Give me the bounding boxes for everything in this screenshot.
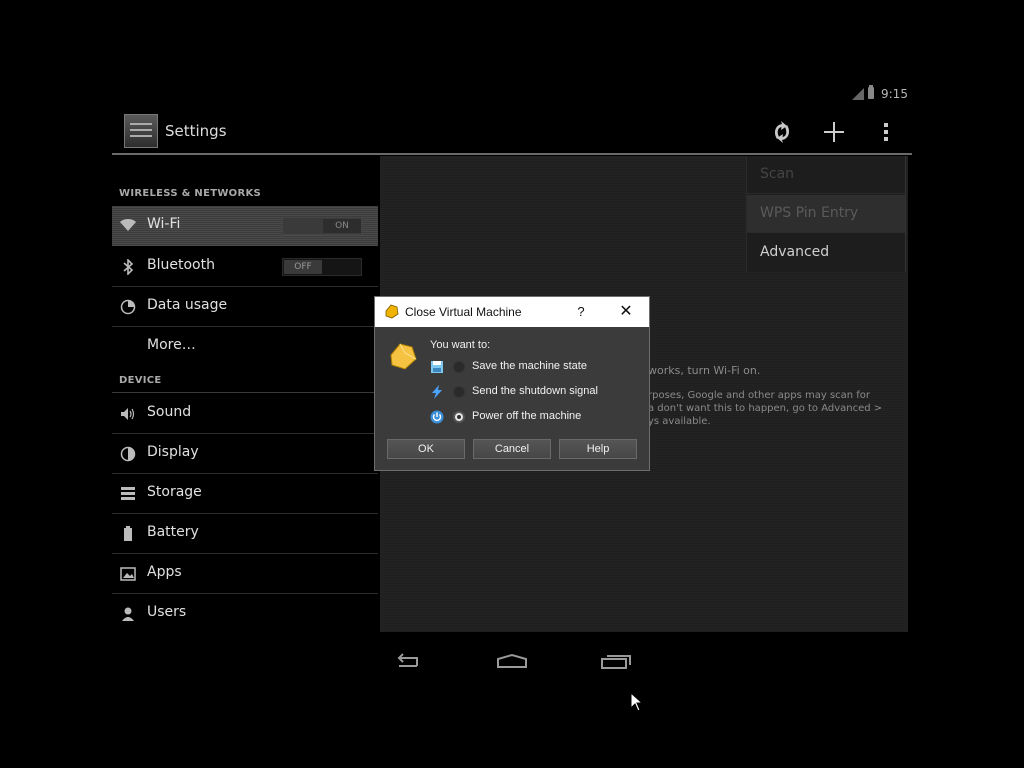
wifi-toggle[interactable]: ON bbox=[282, 217, 362, 235]
radio-shutdown-signal[interactable] bbox=[453, 386, 465, 398]
nav-item-label: Battery bbox=[147, 524, 199, 540]
home-icon[interactable] bbox=[492, 648, 532, 674]
action-bar: Settings bbox=[112, 110, 912, 154]
action-bar-divider bbox=[112, 153, 912, 155]
nav-item-label: Bluetooth bbox=[147, 257, 215, 273]
power-off-icon bbox=[430, 410, 444, 424]
save-state-icon bbox=[430, 360, 444, 374]
bluetooth-icon bbox=[120, 258, 136, 276]
menu-item-label: Advanced bbox=[760, 244, 830, 260]
nav-item-bluetooth[interactable]: Bluetooth OFF bbox=[112, 247, 378, 287]
cancel-button[interactable]: Cancel bbox=[473, 439, 551, 459]
radio-save-state[interactable] bbox=[453, 361, 465, 373]
nav-item-label: Sound bbox=[147, 404, 192, 420]
signal-icon bbox=[852, 88, 864, 100]
nav-item-apps[interactable]: Apps bbox=[112, 554, 378, 594]
battery-icon bbox=[868, 85, 874, 99]
clock: 9:15 bbox=[881, 87, 908, 101]
radio-power-off[interactable] bbox=[453, 411, 465, 423]
nav-item-label: Users bbox=[147, 604, 187, 620]
mouse-cursor-icon bbox=[630, 691, 644, 712]
help-button[interactable]: Help bbox=[559, 439, 637, 459]
nav-item-label: More… bbox=[147, 337, 196, 353]
nav-item-label: Data usage bbox=[147, 297, 228, 313]
menu-item-advanced[interactable]: Advanced bbox=[747, 234, 905, 272]
virtualbox-icon bbox=[384, 304, 399, 319]
shutdown-signal-icon bbox=[430, 385, 444, 399]
menu-item-scan[interactable]: Scan bbox=[747, 156, 905, 194]
nav-item-sound[interactable]: Sound bbox=[112, 394, 378, 434]
overflow-menu-icon[interactable] bbox=[872, 118, 900, 146]
storage-icon bbox=[120, 486, 136, 502]
scan-info-line: a don't want this to happen, go to Advan… bbox=[648, 403, 883, 414]
section-header-wireless: WIRELESS & NETWORKS bbox=[119, 188, 262, 199]
menu-item-wps-pin[interactable]: WPS Pin Entry bbox=[747, 195, 905, 233]
battery-icon bbox=[120, 526, 136, 542]
back-icon[interactable] bbox=[388, 648, 428, 674]
nav-item-label: Apps bbox=[147, 564, 182, 580]
toggle-state: OFF bbox=[284, 260, 322, 274]
close-icon[interactable]: ✕ bbox=[615, 301, 637, 323]
add-icon[interactable] bbox=[820, 118, 848, 146]
menu-item-label: WPS Pin Entry bbox=[760, 205, 859, 221]
option-label: Send the shutdown signal bbox=[472, 385, 598, 397]
toggle-state: ON bbox=[323, 219, 361, 233]
virtualbox-large-icon bbox=[388, 341, 418, 371]
wifi-icon bbox=[120, 218, 136, 234]
scan-info-line: rposes, Google and other apps may scan f… bbox=[648, 390, 871, 401]
section-divider bbox=[112, 392, 378, 393]
option-label: Power off the machine bbox=[472, 410, 582, 422]
nav-item-display[interactable]: Display bbox=[112, 434, 378, 474]
nav-item-battery[interactable]: Battery bbox=[112, 514, 378, 554]
nav-item-label: Wi-Fi bbox=[147, 216, 181, 232]
bluetooth-toggle[interactable]: OFF bbox=[282, 258, 362, 276]
help-icon[interactable]: ? bbox=[571, 301, 591, 323]
nav-item-data-usage[interactable]: Data usage bbox=[112, 287, 378, 327]
ok-button[interactable]: OK bbox=[387, 439, 465, 459]
users-icon bbox=[120, 606, 136, 622]
status-bar: 9:15 bbox=[850, 85, 912, 104]
wps-icon[interactable] bbox=[768, 118, 796, 146]
wifi-off-message: works, turn Wi-Fi on. bbox=[648, 364, 761, 377]
settings-nav: WIRELESS & NETWORKS Wi-Fi ON Bluetooth O… bbox=[112, 156, 378, 636]
settings-app-icon[interactable] bbox=[124, 114, 158, 148]
display-icon bbox=[120, 446, 136, 462]
nav-item-users[interactable]: Users bbox=[112, 594, 378, 634]
data-usage-icon bbox=[120, 299, 136, 315]
dialog-titlebar[interactable]: Close Virtual Machine ? ✕ bbox=[375, 297, 649, 327]
menu-item-label: Scan bbox=[760, 166, 795, 182]
page-title: Settings bbox=[165, 122, 227, 140]
option-label: Save the machine state bbox=[472, 360, 587, 372]
dialog-prompt: You want to: bbox=[430, 339, 491, 351]
sound-icon bbox=[120, 406, 136, 422]
overflow-menu: Scan WPS Pin Entry Advanced bbox=[746, 156, 906, 272]
dialog-title: Close Virtual Machine bbox=[405, 305, 522, 319]
scan-info-line: ys available. bbox=[648, 416, 711, 427]
recents-icon[interactable] bbox=[596, 648, 636, 674]
close-vm-dialog: Close Virtual Machine ? ✕ You want to: S… bbox=[374, 296, 650, 471]
apps-icon bbox=[120, 566, 136, 582]
nav-item-storage[interactable]: Storage bbox=[112, 474, 378, 514]
nav-item-label: Display bbox=[147, 444, 199, 460]
nav-item-wifi[interactable]: Wi-Fi ON bbox=[112, 206, 378, 246]
nav-item-more[interactable]: More… bbox=[112, 327, 378, 367]
nav-item-label: Storage bbox=[147, 484, 202, 500]
section-header-device: DEVICE bbox=[119, 375, 162, 386]
